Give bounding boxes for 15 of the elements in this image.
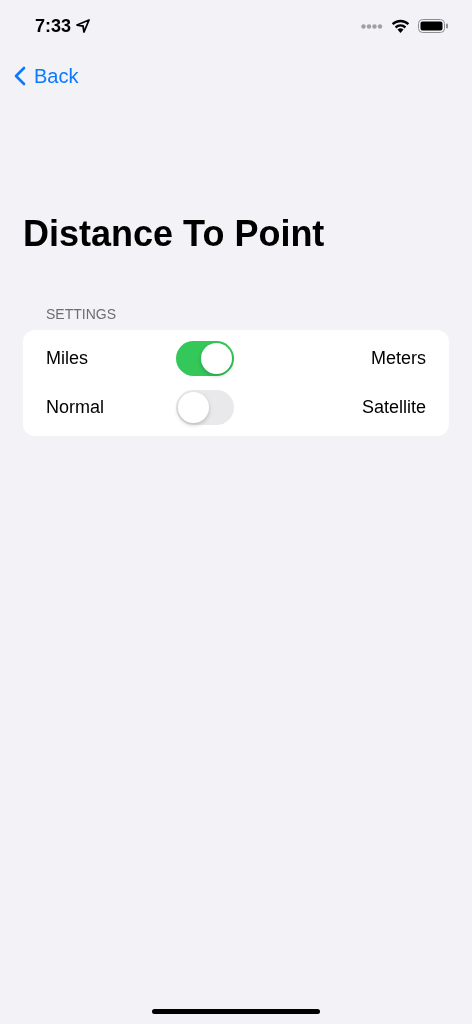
chevron-left-icon bbox=[14, 66, 26, 86]
toggle-switch[interactable] bbox=[176, 341, 234, 376]
page-title: Distance To Point bbox=[23, 212, 326, 256]
location-arrow-icon bbox=[76, 19, 91, 33]
battery-icon bbox=[418, 19, 448, 33]
status-time: 7:33 bbox=[35, 15, 72, 37]
option-label: Normal bbox=[46, 397, 105, 418]
wifi-icon bbox=[391, 19, 410, 33]
option-label: Meters bbox=[371, 348, 426, 369]
signal-icon bbox=[361, 23, 383, 29]
back-button[interactable]: Back bbox=[14, 64, 79, 88]
toggle-switch[interactable] bbox=[176, 390, 234, 425]
section-header: SETTINGS bbox=[46, 306, 117, 322]
option-label: Satellite bbox=[361, 397, 426, 418]
option-label: Miles bbox=[46, 348, 89, 369]
